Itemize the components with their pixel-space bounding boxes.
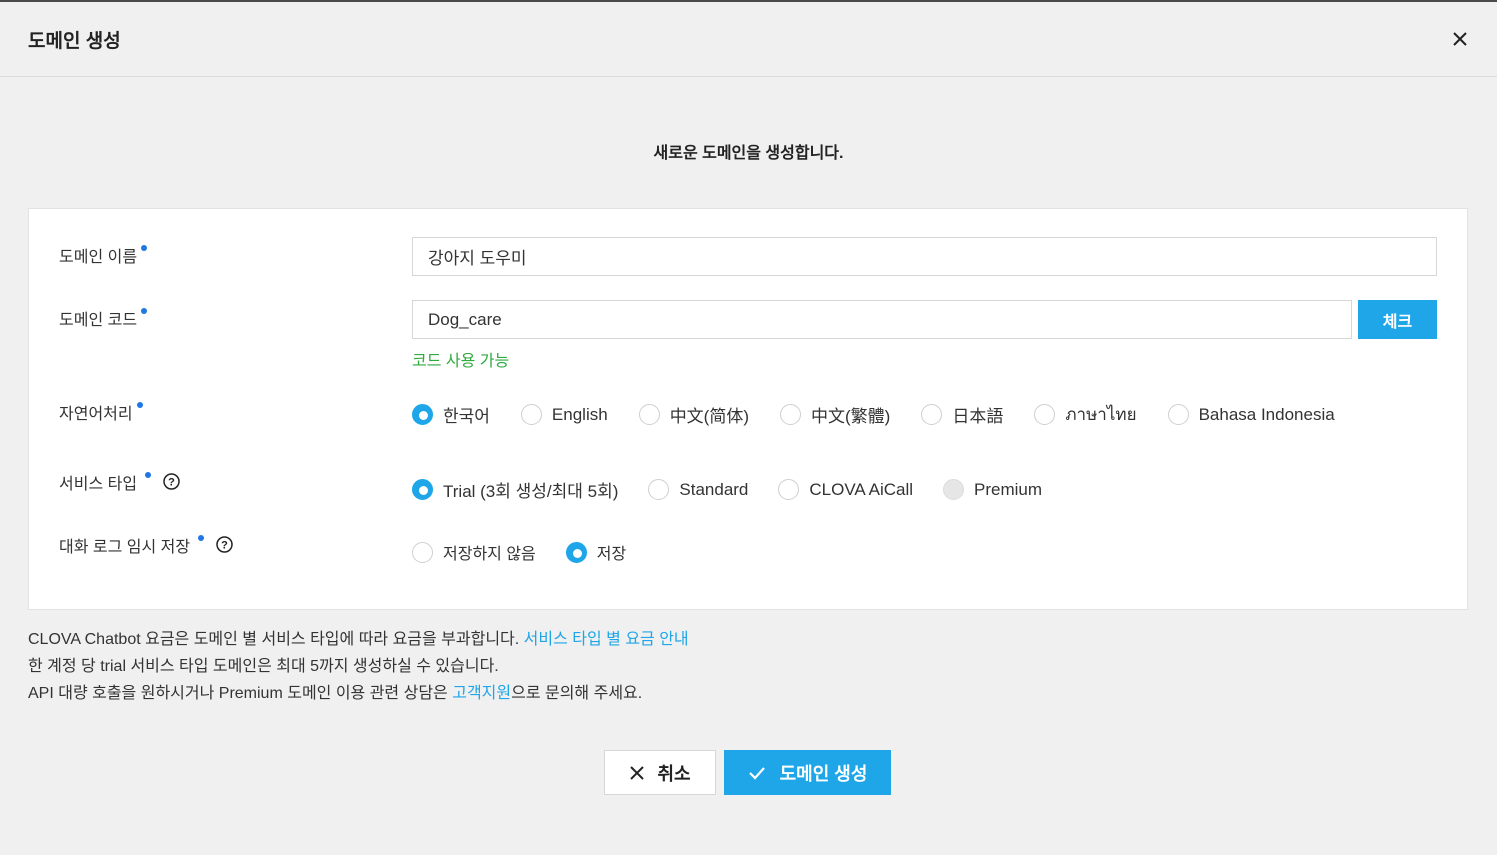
code-status-message: 코드 사용 가능 (412, 353, 510, 370)
nlp-option-thai[interactable]: ภาษาไทย (1034, 401, 1137, 428)
radio-icon[interactable] (1167, 404, 1189, 425)
log-save-label-text: 대화 로그 임시 저장 (59, 539, 191, 556)
radio-label: Standard (679, 479, 749, 499)
modal-header: 도메인 생성 (0, 0, 1497, 77)
note-text: 으로 문의해 주세요. (511, 685, 643, 702)
nlp-option-chinese-traditional[interactable]: 中文(繁體) (780, 402, 890, 427)
cancel-label: 취소 (657, 763, 691, 784)
log-save-label: 대화 로그 임시 저장 ? (59, 533, 233, 557)
log-save-radio-group: 저장하지 않음 저장 (412, 540, 656, 564)
required-dot-icon (141, 308, 148, 314)
domain-name-label-text: 도메인 이름 (59, 249, 138, 266)
note-line-1: CLOVA Chatbot 요금은 도메인 별 서비스 타입에 따라 요금을 부… (28, 626, 689, 653)
service-type-radio-group: Trial (3회 생성/최대 5회) Standard CLOVA AiCal… (412, 477, 1072, 502)
domain-name-input[interactable] (412, 237, 1437, 276)
domain-code-input[interactable] (412, 300, 1352, 339)
close-icon[interactable] (1449, 28, 1471, 50)
nlp-option-japanese[interactable]: 日本語 (921, 402, 1003, 427)
radio-label: 中文(简体) (669, 407, 750, 426)
radio-label: 日本語 (952, 407, 1004, 426)
note-line-3: API 대량 호출을 원하시거나 Premium 도메인 이용 관련 상담은 고… (28, 680, 689, 707)
notes-block: CLOVA Chatbot 요금은 도메인 별 서비스 타입에 따라 요금을 부… (28, 626, 689, 707)
note-text: CLOVA Chatbot 요금은 도메인 별 서비스 타입에 따라 요금을 부… (28, 631, 524, 648)
domain-code-label-text: 도메인 코드 (59, 312, 138, 329)
customer-support-link[interactable]: 고객지원 (452, 685, 511, 702)
service-option-premium: Premium (943, 479, 1042, 500)
required-dot-icon (136, 402, 143, 408)
nlp-option-english[interactable]: English (520, 404, 608, 425)
note-line-2: 한 계정 당 trial 서비스 타입 도메인은 최대 5까지 생성하실 수 있… (28, 658, 499, 675)
help-icon[interactable]: ? (216, 536, 233, 553)
radio-label: 저장하지 않음 (443, 546, 536, 563)
create-label: 도메인 생성 (779, 763, 868, 784)
nlp-option-korean[interactable]: 한국어 (412, 402, 490, 427)
nlp-option-indonesian[interactable]: Bahasa Indonesia (1167, 404, 1335, 425)
cancel-button[interactable]: 취소 (604, 750, 716, 795)
radio-label: Premium (974, 479, 1043, 499)
radio-checked-icon[interactable] (412, 404, 433, 425)
form-card: 도메인 이름 도메인 코드 체크 코드 사용 가능 자연어처리 한국어 Engl… (28, 208, 1468, 610)
radio-label: 저장 (596, 546, 627, 563)
radio-icon[interactable] (921, 404, 943, 425)
required-dot-icon (198, 535, 205, 541)
close-icon (629, 765, 645, 781)
radio-disabled-icon (943, 479, 965, 500)
radio-label: English (551, 404, 608, 424)
nlp-label: 자연어처리 (59, 400, 143, 424)
radio-icon[interactable] (638, 404, 660, 425)
service-type-label-text: 서비스 타입 (59, 476, 138, 493)
required-dot-icon (141, 245, 148, 251)
service-type-label: 서비스 타입 ? (59, 470, 180, 494)
radio-checked-icon[interactable] (565, 541, 587, 563)
radio-icon[interactable] (778, 479, 800, 500)
modal-subtitle: 새로운 도메인을 생성합니다. (653, 145, 844, 162)
create-domain-modal: 도메인 생성 새로운 도메인을 생성합니다. 도메인 이름 도메인 코드 체크 … (0, 0, 1497, 855)
radio-icon[interactable] (1034, 404, 1056, 425)
domain-name-label: 도메인 이름 (59, 243, 148, 267)
required-dot-icon (145, 472, 152, 478)
create-domain-button[interactable]: 도메인 생성 (724, 750, 891, 795)
pricing-guide-link[interactable]: 서비스 타입 별 요금 안내 (524, 631, 689, 648)
domain-code-label: 도메인 코드 (59, 306, 148, 330)
radio-label: ภาษาไทย (1065, 405, 1137, 424)
service-option-aicall[interactable]: CLOVA AiCall (778, 479, 913, 500)
nlp-option-chinese-simplified[interactable]: 中文(简体) (638, 402, 750, 427)
radio-icon[interactable] (520, 404, 542, 425)
check-code-button[interactable]: 체크 (1358, 300, 1437, 339)
svg-text:?: ? (168, 477, 175, 489)
radio-checked-icon[interactable] (412, 479, 433, 500)
help-icon[interactable]: ? (163, 473, 180, 490)
check-icon (748, 766, 766, 780)
nlp-label-text: 자연어처리 (59, 406, 133, 423)
radio-label: 中文(繁體) (811, 407, 891, 426)
radio-label: Trial (3회 생성/최대 5회) (443, 482, 619, 501)
log-option-no-save[interactable]: 저장하지 않음 (412, 540, 536, 564)
radio-icon[interactable] (648, 479, 670, 500)
radio-label: Bahasa Indonesia (1198, 404, 1335, 424)
log-option-save[interactable]: 저장 (565, 540, 627, 564)
radio-icon[interactable] (412, 541, 433, 563)
modal-title: 도메인 생성 (28, 31, 121, 52)
note-text: API 대량 호출을 원하시거나 Premium 도메인 이용 관련 상담은 (28, 685, 453, 702)
service-option-trial[interactable]: Trial (3회 생성/최대 5회) (412, 477, 618, 502)
radio-label: 한국어 (443, 407, 490, 426)
service-option-standard[interactable]: Standard (648, 479, 748, 500)
radio-label: CLOVA AiCall (809, 479, 914, 499)
nlp-radio-group: 한국어 English 中文(简体) 中文(繁體) 日本語 ภาษาไทย Ba… (412, 401, 1335, 428)
svg-text:?: ? (221, 540, 228, 552)
radio-icon[interactable] (780, 404, 802, 425)
